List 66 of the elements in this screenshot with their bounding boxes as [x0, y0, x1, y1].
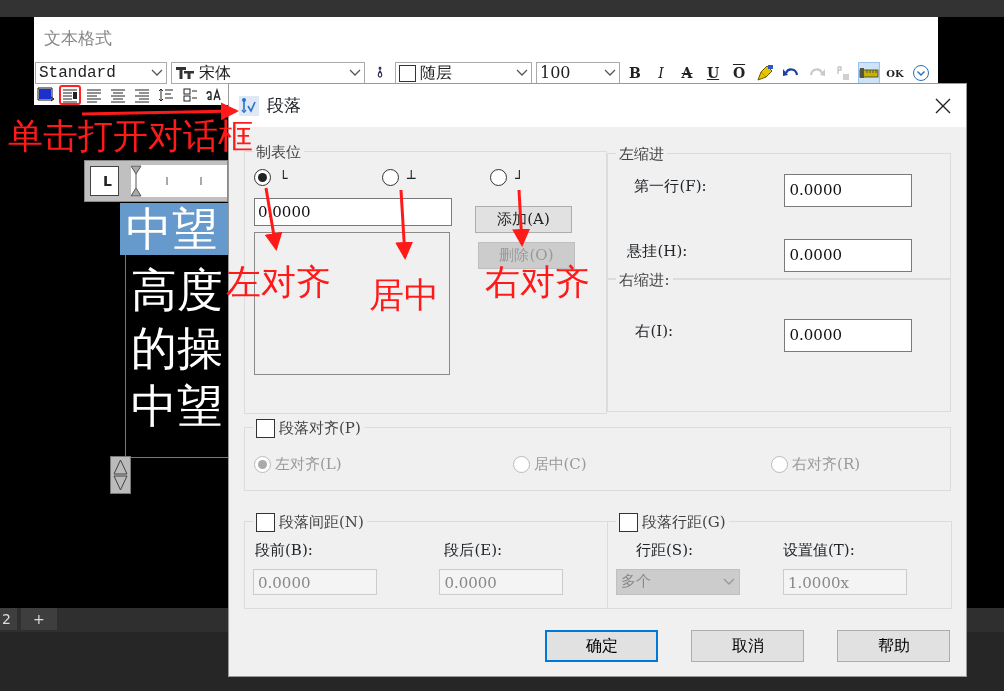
underline-button[interactable]: U: [702, 62, 724, 84]
chevron-icon: [723, 577, 735, 586]
checkbox[interactable]: [256, 512, 275, 532]
italic-button[interactable]: I: [650, 62, 672, 84]
chevron-icon: [516, 69, 528, 77]
input-field[interactable]: 0.0000: [784, 174, 913, 207]
paragraph-icon[interactable]: [59, 85, 81, 105]
field-label: 段前(B):: [254, 540, 314, 561]
editor-text: 中望: [130, 378, 224, 435]
tab-type-button[interactable]: L: [90, 166, 119, 196]
checkbox-label: 段落对齐(P): [279, 418, 361, 439]
checkbox[interactable]: [256, 418, 275, 438]
checkbox-label: 段落间距(N): [279, 512, 364, 533]
editor-text: 的操: [130, 320, 224, 377]
radio-label: 右对齐(R): [792, 453, 861, 475]
field-label: 右(I):: [634, 321, 675, 342]
ok-button[interactable]: OK: [884, 62, 906, 84]
layout-tab[interactable]: 2: [0, 608, 17, 630]
font-type-icon: [175, 66, 195, 80]
arrow: [395, 189, 414, 260]
dialog-button[interactable]: 确定: [545, 630, 658, 662]
dialog-button[interactable]: 取消: [691, 630, 804, 662]
radio-label: 左对齐(L): [275, 453, 342, 475]
editor-text: 高度: [130, 262, 224, 319]
spinner-icon[interactable]: [110, 456, 131, 494]
style-dropdown[interactable]: Standard: [35, 62, 167, 84]
tab-type-symbol: ┘: [515, 170, 524, 185]
chevron-icon: [151, 69, 163, 77]
strikethrough-button[interactable]: A: [676, 62, 698, 84]
height-dropdown[interactable]: 100: [536, 62, 620, 84]
color-dropdown[interactable]: 随层: [395, 62, 532, 84]
font-dropdown[interactable]: 宋体: [171, 62, 365, 84]
radio-button[interactable]: [254, 455, 271, 473]
close-icon: [934, 96, 952, 115]
field-label: 第一行(F):: [633, 176, 708, 197]
brush-icon[interactable]: [754, 62, 776, 84]
layout-tab[interactable]: +: [20, 608, 57, 630]
checkbox-label: 段落行距(G): [642, 512, 726, 533]
bold-button[interactable]: B: [624, 62, 646, 84]
checkbox[interactable]: [619, 512, 638, 532]
window-title: 文本格式: [43, 27, 113, 50]
radio-button[interactable]: [771, 455, 789, 473]
radio-button[interactable]: [512, 455, 530, 473]
field-label: 设置值(T):: [783, 540, 856, 561]
radio-button[interactable]: [382, 169, 399, 186]
input-field[interactable]: 0.0000: [784, 239, 913, 272]
annotation-text: 居中: [369, 275, 439, 315]
ruler-icon[interactable]: [858, 62, 880, 84]
chevron-icon: [349, 69, 361, 77]
tab-type-symbol: ┴: [407, 170, 416, 185]
radio-button[interactable]: [490, 169, 507, 186]
radio-label: 居中(C): [533, 453, 587, 475]
dialog-title: 段落: [267, 93, 302, 117]
chevron-circle-icon[interactable]: [910, 62, 932, 84]
field-label: 行距(S):: [635, 540, 695, 561]
color-swatch: [399, 64, 416, 82]
chevron-icon: [604, 69, 616, 77]
field-label: 悬挂(H):: [627, 241, 689, 262]
input-field[interactable]: 0.0000: [784, 319, 913, 352]
paragraph-app-icon: [239, 95, 259, 116]
radio-button[interactable]: [254, 169, 271, 186]
tab-type-symbol: └: [279, 170, 288, 185]
dialog-button[interactable]: 帮助: [837, 630, 950, 662]
editor-text: 中望: [120, 203, 228, 255]
overline-button[interactable]: O: [728, 62, 750, 84]
field-label: 段后(E):: [443, 540, 504, 561]
